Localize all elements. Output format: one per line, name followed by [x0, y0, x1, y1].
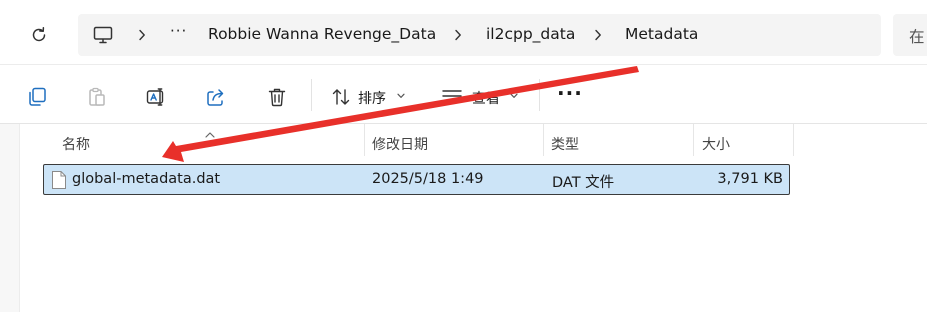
- column-header-name[interactable]: 名称: [62, 134, 90, 154]
- column-divider[interactable]: [693, 124, 694, 156]
- view-button[interactable]: 查看: [472, 88, 500, 108]
- file-modified-date: 2025/5/18 1:49: [372, 171, 484, 187]
- navigation-pane-edge[interactable]: [0, 124, 20, 312]
- sort-icon[interactable]: [329, 85, 353, 109]
- file-icon: [51, 170, 67, 190]
- copy-button[interactable]: [25, 85, 49, 109]
- column-divider[interactable]: [543, 124, 544, 156]
- column-divider[interactable]: [364, 124, 365, 156]
- file-list: 名称 修改日期 类型 大小 global-metadata.dat 2025/5…: [20, 124, 927, 312]
- file-type: DAT 文件: [552, 175, 615, 191]
- delete-button[interactable]: [265, 85, 289, 109]
- see-more-button[interactable]: ···: [557, 81, 583, 105]
- toolbar-divider: [311, 79, 312, 111]
- share-icon: [207, 89, 224, 106]
- column-divider[interactable]: [793, 124, 794, 156]
- view-icon[interactable]: [440, 85, 464, 109]
- rename-button[interactable]: [144, 85, 168, 109]
- file-name: global-metadata.dat: [72, 171, 221, 187]
- sort-button[interactable]: 排序: [358, 88, 386, 108]
- refresh-icon: [32, 27, 46, 42]
- search-input[interactable]: 在: [893, 14, 927, 56]
- column-header-date[interactable]: 修改日期: [372, 134, 428, 154]
- chevron-down-icon[interactable]: [397, 90, 407, 102]
- column-header-size[interactable]: 大小: [702, 134, 730, 154]
- toolbar-divider: [539, 79, 540, 111]
- chevron-right-icon[interactable]: [452, 25, 464, 45]
- search-placeholder: 在: [909, 28, 925, 46]
- address-bar-row: ··· Robbie Wanna Revenge_Data il2cpp_dat…: [0, 0, 927, 64]
- copy-icon: [29, 87, 46, 106]
- rename-icon: [146, 88, 164, 106]
- paste-button[interactable]: [85, 85, 109, 109]
- file-row-selected[interactable]: global-metadata.dat 2025/5/18 1:49 DAT 文…: [43, 164, 790, 195]
- share-button[interactable]: [204, 85, 228, 109]
- chevron-right-icon[interactable]: [592, 25, 604, 45]
- this-pc-icon[interactable]: [92, 24, 114, 46]
- sort-ascending-icon: [204, 124, 216, 138]
- refresh-button[interactable]: [28, 24, 50, 46]
- breadcrumb[interactable]: ··· Robbie Wanna Revenge_Data il2cpp_dat…: [78, 14, 881, 56]
- command-bar: 排序 查看 ···: [0, 64, 927, 124]
- breadcrumb-overflow-button[interactable]: ···: [170, 22, 187, 40]
- file-size: 3,791 KB: [717, 171, 783, 187]
- chevron-down-icon[interactable]: [510, 90, 520, 102]
- chevron-right-icon[interactable]: [136, 25, 148, 45]
- breadcrumb-item-metadata[interactable]: Metadata: [625, 25, 698, 43]
- paste-icon: [89, 87, 105, 106]
- column-header-type[interactable]: 类型: [551, 134, 579, 154]
- breadcrumb-item-robbie-data[interactable]: Robbie Wanna Revenge_Data: [208, 25, 436, 43]
- trash-icon: [268, 88, 286, 107]
- breadcrumb-item-il2cpp-data[interactable]: il2cpp_data: [486, 25, 575, 43]
